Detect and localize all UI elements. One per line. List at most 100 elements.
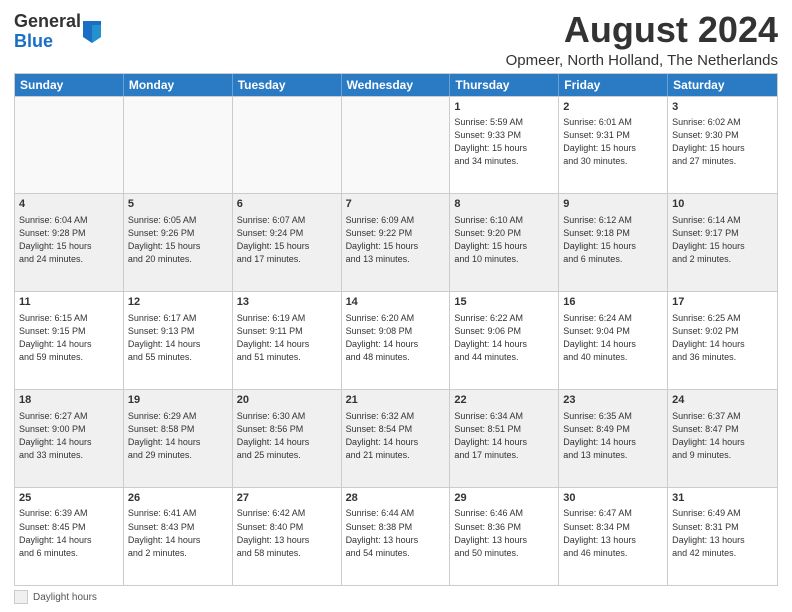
day-number: 16 [563, 295, 663, 310]
calendar-cell: 10 Sunrise: 6:14 AM Sunset: 9:17 PM Dayli… [668, 194, 777, 291]
day-number: 3 [672, 100, 773, 115]
calendar-cell: 4 Sunrise: 6:04 AM Sunset: 9:28 PM Daylig… [15, 194, 124, 291]
day-number: 28 [346, 491, 446, 506]
day-number: 18 [19, 393, 119, 408]
day-number: 24 [672, 393, 773, 408]
calendar-cell: 20Sunrise: 6:30 AM Sunset: 8:56 PM Dayli… [233, 390, 342, 487]
day-number: 27 [237, 491, 337, 506]
calendar-cell: 13Sunrise: 6:19 AM Sunset: 9:11 PM Dayli… [233, 292, 342, 389]
logo-blue: Blue [14, 31, 53, 51]
calendar-row: 25Sunrise: 6:39 AM Sunset: 8:45 PM Dayli… [15, 487, 777, 585]
day-info: Sunrise: 6:14 AM Sunset: 9:17 PM Dayligh… [672, 214, 773, 266]
day-info: Sunrise: 6:49 AM Sunset: 8:31 PM Dayligh… [672, 507, 773, 559]
calendar-cell: 21 Sunrise: 6:32 AM Sunset: 8:54 PM Dayli… [342, 390, 451, 487]
day-number: 17 [672, 295, 773, 310]
calendar-header-cell: Friday [559, 74, 668, 96]
day-info: Sunrise: 6:37 AM Sunset: 8:47 PM Dayligh… [672, 410, 773, 462]
day-info: Sunrise: 6:47 AM Sunset: 8:34 PM Dayligh… [563, 507, 663, 559]
day-info: Sunrise: 6:15 AM Sunset: 9:15 PM Dayligh… [19, 312, 119, 364]
calendar-cell: 11Sunrise: 6:15 AM Sunset: 9:15 PM Dayli… [15, 292, 124, 389]
legend-label: Daylight hours [33, 592, 97, 603]
day-number: 25 [19, 491, 119, 506]
day-info: Sunrise: 6:09 AM Sunset: 9:22 PM Dayligh… [346, 214, 446, 266]
day-number: 31 [672, 491, 773, 506]
logo: General Blue [14, 12, 101, 52]
day-info: Sunrise: 6:34 AM Sunset: 8:51 PM Dayligh… [454, 410, 554, 462]
day-number: 10 [672, 197, 773, 212]
day-number: 14 [346, 295, 446, 310]
calendar-cell: 17Sunrise: 6:25 AM Sunset: 9:02 PM Dayli… [668, 292, 777, 389]
calendar-row: 1Sunrise: 5:59 AM Sunset: 9:33 PM Daylig… [15, 96, 777, 194]
calendar-body: 1Sunrise: 5:59 AM Sunset: 9:33 PM Daylig… [15, 96, 777, 585]
calendar-header-cell: Wednesday [342, 74, 451, 96]
day-info: Sunrise: 6:02 AM Sunset: 9:30 PM Dayligh… [672, 116, 773, 168]
logo-general: General [14, 11, 81, 31]
calendar-cell-empty [15, 97, 124, 194]
calendar-cell: 24 Sunrise: 6:37 AM Sunset: 8:47 PM Dayli… [668, 390, 777, 487]
calendar-cell: 1Sunrise: 5:59 AM Sunset: 9:33 PM Daylig… [450, 97, 559, 194]
day-info: Sunrise: 6:17 AM Sunset: 9:13 PM Dayligh… [128, 312, 228, 364]
day-info: Sunrise: 6:39 AM Sunset: 8:45 PM Dayligh… [19, 507, 119, 559]
calendar-cell: 3Sunrise: 6:02 AM Sunset: 9:30 PM Daylig… [668, 97, 777, 194]
day-number: 15 [454, 295, 554, 310]
logo-icon [83, 21, 101, 43]
day-info: Sunrise: 6:05 AM Sunset: 9:26 PM Dayligh… [128, 214, 228, 266]
calendar-cell: 9Sunrise: 6:12 AM Sunset: 9:18 PM Daylig… [559, 194, 668, 291]
day-info: Sunrise: 6:35 AM Sunset: 8:49 PM Dayligh… [563, 410, 663, 462]
day-number: 7 [346, 197, 446, 212]
calendar-cell: 14Sunrise: 6:20 AM Sunset: 9:08 PM Dayli… [342, 292, 451, 389]
calendar-cell-empty [124, 97, 233, 194]
day-info: Sunrise: 6:12 AM Sunset: 9:18 PM Dayligh… [563, 214, 663, 266]
day-info: Sunrise: 6:41 AM Sunset: 8:43 PM Dayligh… [128, 507, 228, 559]
calendar-header-cell: Thursday [450, 74, 559, 96]
calendar-cell: 26Sunrise: 6:41 AM Sunset: 8:43 PM Dayli… [124, 488, 233, 585]
calendar-cell: 16 Sunrise: 6:24 AM Sunset: 9:04 PM Dayli… [559, 292, 668, 389]
day-info: Sunrise: 6:42 AM Sunset: 8:40 PM Dayligh… [237, 507, 337, 559]
day-info: Sunrise: 6:04 AM Sunset: 9:28 PM Dayligh… [19, 214, 119, 266]
calendar-cell: 25Sunrise: 6:39 AM Sunset: 8:45 PM Dayli… [15, 488, 124, 585]
calendar-header-cell: Saturday [668, 74, 777, 96]
calendar-header-cell: Sunday [15, 74, 124, 96]
calendar-row: 11Sunrise: 6:15 AM Sunset: 9:15 PM Dayli… [15, 291, 777, 389]
logo-text: General Blue [14, 12, 81, 52]
day-number: 30 [563, 491, 663, 506]
calendar-cell: 8Sunrise: 6:10 AM Sunset: 9:20 PM Daylig… [450, 194, 559, 291]
calendar-cell-empty [233, 97, 342, 194]
day-number: 22 [454, 393, 554, 408]
day-info: Sunrise: 6:01 AM Sunset: 9:31 PM Dayligh… [563, 116, 663, 168]
legend-box [14, 590, 28, 604]
main-title: August 2024 [506, 10, 778, 50]
calendar-cell: 23 Sunrise: 6:35 AM Sunset: 8:49 PM Dayli… [559, 390, 668, 487]
day-number: 8 [454, 197, 554, 212]
day-number: 4 [19, 197, 119, 212]
calendar-cell-empty [342, 97, 451, 194]
day-info: Sunrise: 6:24 AM Sunset: 9:04 PM Dayligh… [563, 312, 663, 364]
calendar-cell: 6Sunrise: 6:07 AM Sunset: 9:24 PM Daylig… [233, 194, 342, 291]
calendar-cell: 22 Sunrise: 6:34 AM Sunset: 8:51 PM Dayli… [450, 390, 559, 487]
calendar-cell: 15 Sunrise: 6:22 AM Sunset: 9:06 PM Dayli… [450, 292, 559, 389]
day-number: 29 [454, 491, 554, 506]
calendar-cell: 7 Sunrise: 6:09 AM Sunset: 9:22 PM Daylig… [342, 194, 451, 291]
calendar-header-cell: Tuesday [233, 74, 342, 96]
day-number: 2 [563, 100, 663, 115]
title-block: August 2024 Opmeer, North Holland, The N… [506, 10, 778, 69]
calendar-cell: 18Sunrise: 6:27 AM Sunset: 9:00 PM Dayli… [15, 390, 124, 487]
calendar-cell: 29Sunrise: 6:46 AM Sunset: 8:36 PM Dayli… [450, 488, 559, 585]
calendar-header-cell: Monday [124, 74, 233, 96]
calendar-cell: 27Sunrise: 6:42 AM Sunset: 8:40 PM Dayli… [233, 488, 342, 585]
day-number: 1 [454, 100, 554, 115]
day-number: 21 [346, 393, 446, 408]
day-info: Sunrise: 6:44 AM Sunset: 8:38 PM Dayligh… [346, 507, 446, 559]
header: General Blue August 2024 Opmeer, North H… [14, 10, 778, 69]
calendar-header: SundayMondayTuesdayWednesdayThursdayFrid… [15, 74, 777, 96]
footer-legend: Daylight hours [14, 590, 97, 604]
day-number: 19 [128, 393, 228, 408]
calendar-cell: 5Sunrise: 6:05 AM Sunset: 9:26 PM Daylig… [124, 194, 233, 291]
subtitle: Opmeer, North Holland, The Netherlands [506, 52, 778, 69]
day-info: Sunrise: 6:46 AM Sunset: 8:36 PM Dayligh… [454, 507, 554, 559]
day-info: Sunrise: 6:32 AM Sunset: 8:54 PM Dayligh… [346, 410, 446, 462]
day-info: Sunrise: 6:22 AM Sunset: 9:06 PM Dayligh… [454, 312, 554, 364]
day-number: 23 [563, 393, 663, 408]
day-number: 12 [128, 295, 228, 310]
calendar-cell: 2Sunrise: 6:01 AM Sunset: 9:31 PM Daylig… [559, 97, 668, 194]
